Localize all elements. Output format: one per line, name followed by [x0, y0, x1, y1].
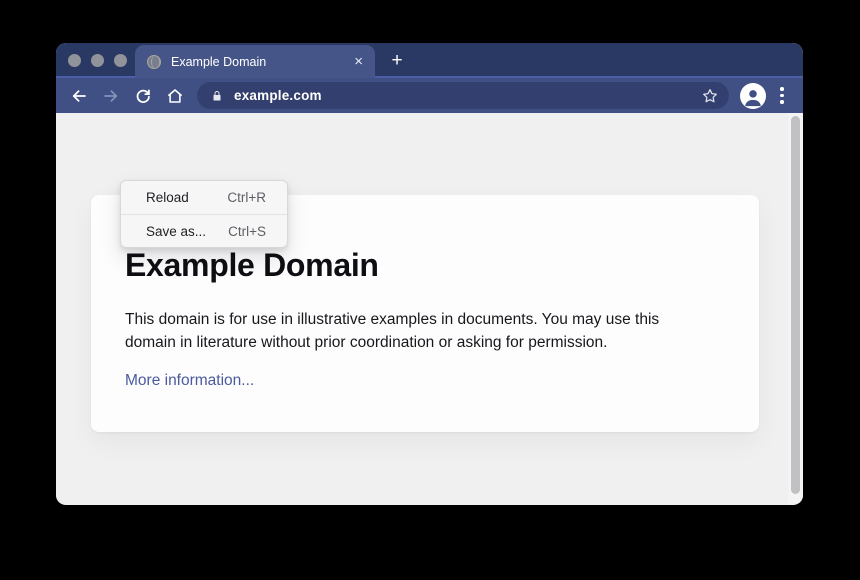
window-controls — [68, 43, 127, 78]
forward-button[interactable] — [101, 86, 121, 106]
person-icon — [742, 86, 764, 108]
page-title: Example Domain — [125, 247, 719, 284]
browser-window: Example Domain × + example — [56, 43, 803, 505]
address-bar[interactable]: example.com — [197, 82, 729, 109]
profile-avatar-button[interactable] — [740, 83, 766, 109]
desktop-background: Example Domain × + example — [0, 0, 860, 580]
page-body-text: This domain is for use in illustrative e… — [125, 308, 711, 354]
scrollbar-thumb[interactable] — [791, 116, 800, 494]
tab-example-domain[interactable]: Example Domain × — [135, 45, 375, 78]
context-menu-item-reload[interactable]: Reload Ctrl+R — [121, 181, 287, 214]
window-close-button[interactable] — [68, 54, 81, 67]
back-arrow-icon — [70, 87, 88, 105]
menu-item-label: Reload — [146, 190, 189, 205]
bookmark-star-icon[interactable] — [701, 87, 719, 105]
menu-item-shortcut: Ctrl+S — [228, 224, 266, 239]
window-minimize-button[interactable] — [91, 54, 104, 67]
reload-button[interactable] — [133, 86, 153, 106]
new-tab-button[interactable]: + — [386, 50, 408, 72]
browser-menu-button[interactable] — [775, 87, 789, 104]
tab-strip: Example Domain × + — [56, 43, 803, 78]
page-viewport: Example Domain This domain is for use in… — [56, 113, 803, 503]
context-menu: Reload Ctrl+R Save as... Ctrl+S — [120, 180, 288, 248]
home-icon — [166, 87, 184, 105]
menu-item-label: Save as... — [146, 224, 206, 239]
page-scrollbar[interactable] — [788, 113, 803, 503]
back-button[interactable] — [69, 86, 89, 106]
lock-icon — [211, 90, 223, 102]
more-information-link[interactable]: More information... — [125, 372, 254, 390]
reload-icon — [134, 87, 152, 105]
tab-close-icon[interactable]: × — [354, 54, 363, 69]
forward-arrow-icon — [102, 87, 120, 105]
home-button[interactable] — [165, 86, 185, 106]
browser-toolbar: example.com — [56, 78, 803, 113]
favicon-globe-icon — [147, 55, 161, 69]
menu-item-shortcut: Ctrl+R — [227, 190, 266, 205]
tab-title: Example Domain — [171, 55, 346, 69]
window-zoom-button[interactable] — [114, 54, 127, 67]
context-menu-item-save-as[interactable]: Save as... Ctrl+S — [121, 214, 287, 247]
url-text[interactable]: example.com — [234, 88, 701, 103]
